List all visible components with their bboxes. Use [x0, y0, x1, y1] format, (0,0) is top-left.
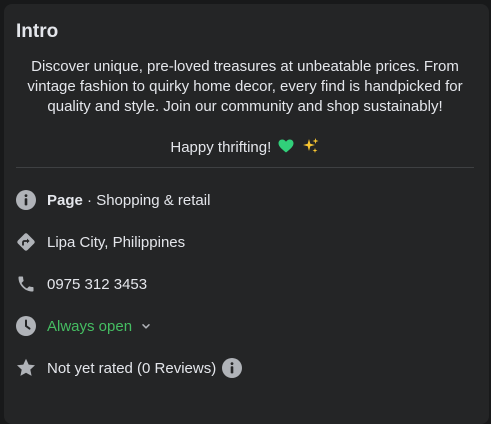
- phone-icon: [16, 274, 36, 294]
- divider: [16, 167, 474, 168]
- chevron-down-icon[interactable]: [140, 320, 152, 332]
- greeting-text: Happy thrifting!: [170, 139, 272, 156]
- clock-icon: [16, 316, 36, 336]
- rating-row: Not yet rated (0 Reviews): [16, 356, 243, 380]
- phone-row[interactable]: 0975 312 3453: [16, 272, 147, 296]
- green-heart-emoji-icon: [275, 139, 298, 156]
- intro-greeting: Happy thrifting!: [16, 137, 474, 158]
- address-row[interactable]: Lipa City, Philippines: [16, 230, 185, 254]
- page-category-text: Page · Shopping & retail: [47, 192, 210, 209]
- phone-text: 0975 312 3453: [47, 275, 148, 293]
- intro-title: Intro: [16, 21, 59, 42]
- intro-bio: Discover unique, pre-loved treasures at …: [27, 58, 463, 115]
- page-category-label: · Shopping & retail: [82, 191, 211, 209]
- hours-row[interactable]: Always open: [16, 314, 152, 338]
- rating-text: Not yet rated (0 Reviews): [47, 359, 217, 377]
- info-icon: [16, 190, 36, 210]
- rating-info-icon[interactable]: [222, 358, 243, 378]
- page-type-label: Page: [47, 191, 83, 209]
- directions-icon: [16, 232, 36, 252]
- hours-text: Always open: [47, 317, 133, 335]
- star-icon: [16, 358, 36, 378]
- intro-card: Intro Discover unique, pre-loved treasur…: [4, 4, 489, 424]
- page-category-row: Page · Shopping & retail: [16, 188, 210, 212]
- address-text: Lipa City, Philippines: [47, 233, 186, 251]
- sparkles-emoji-icon: [299, 138, 320, 156]
